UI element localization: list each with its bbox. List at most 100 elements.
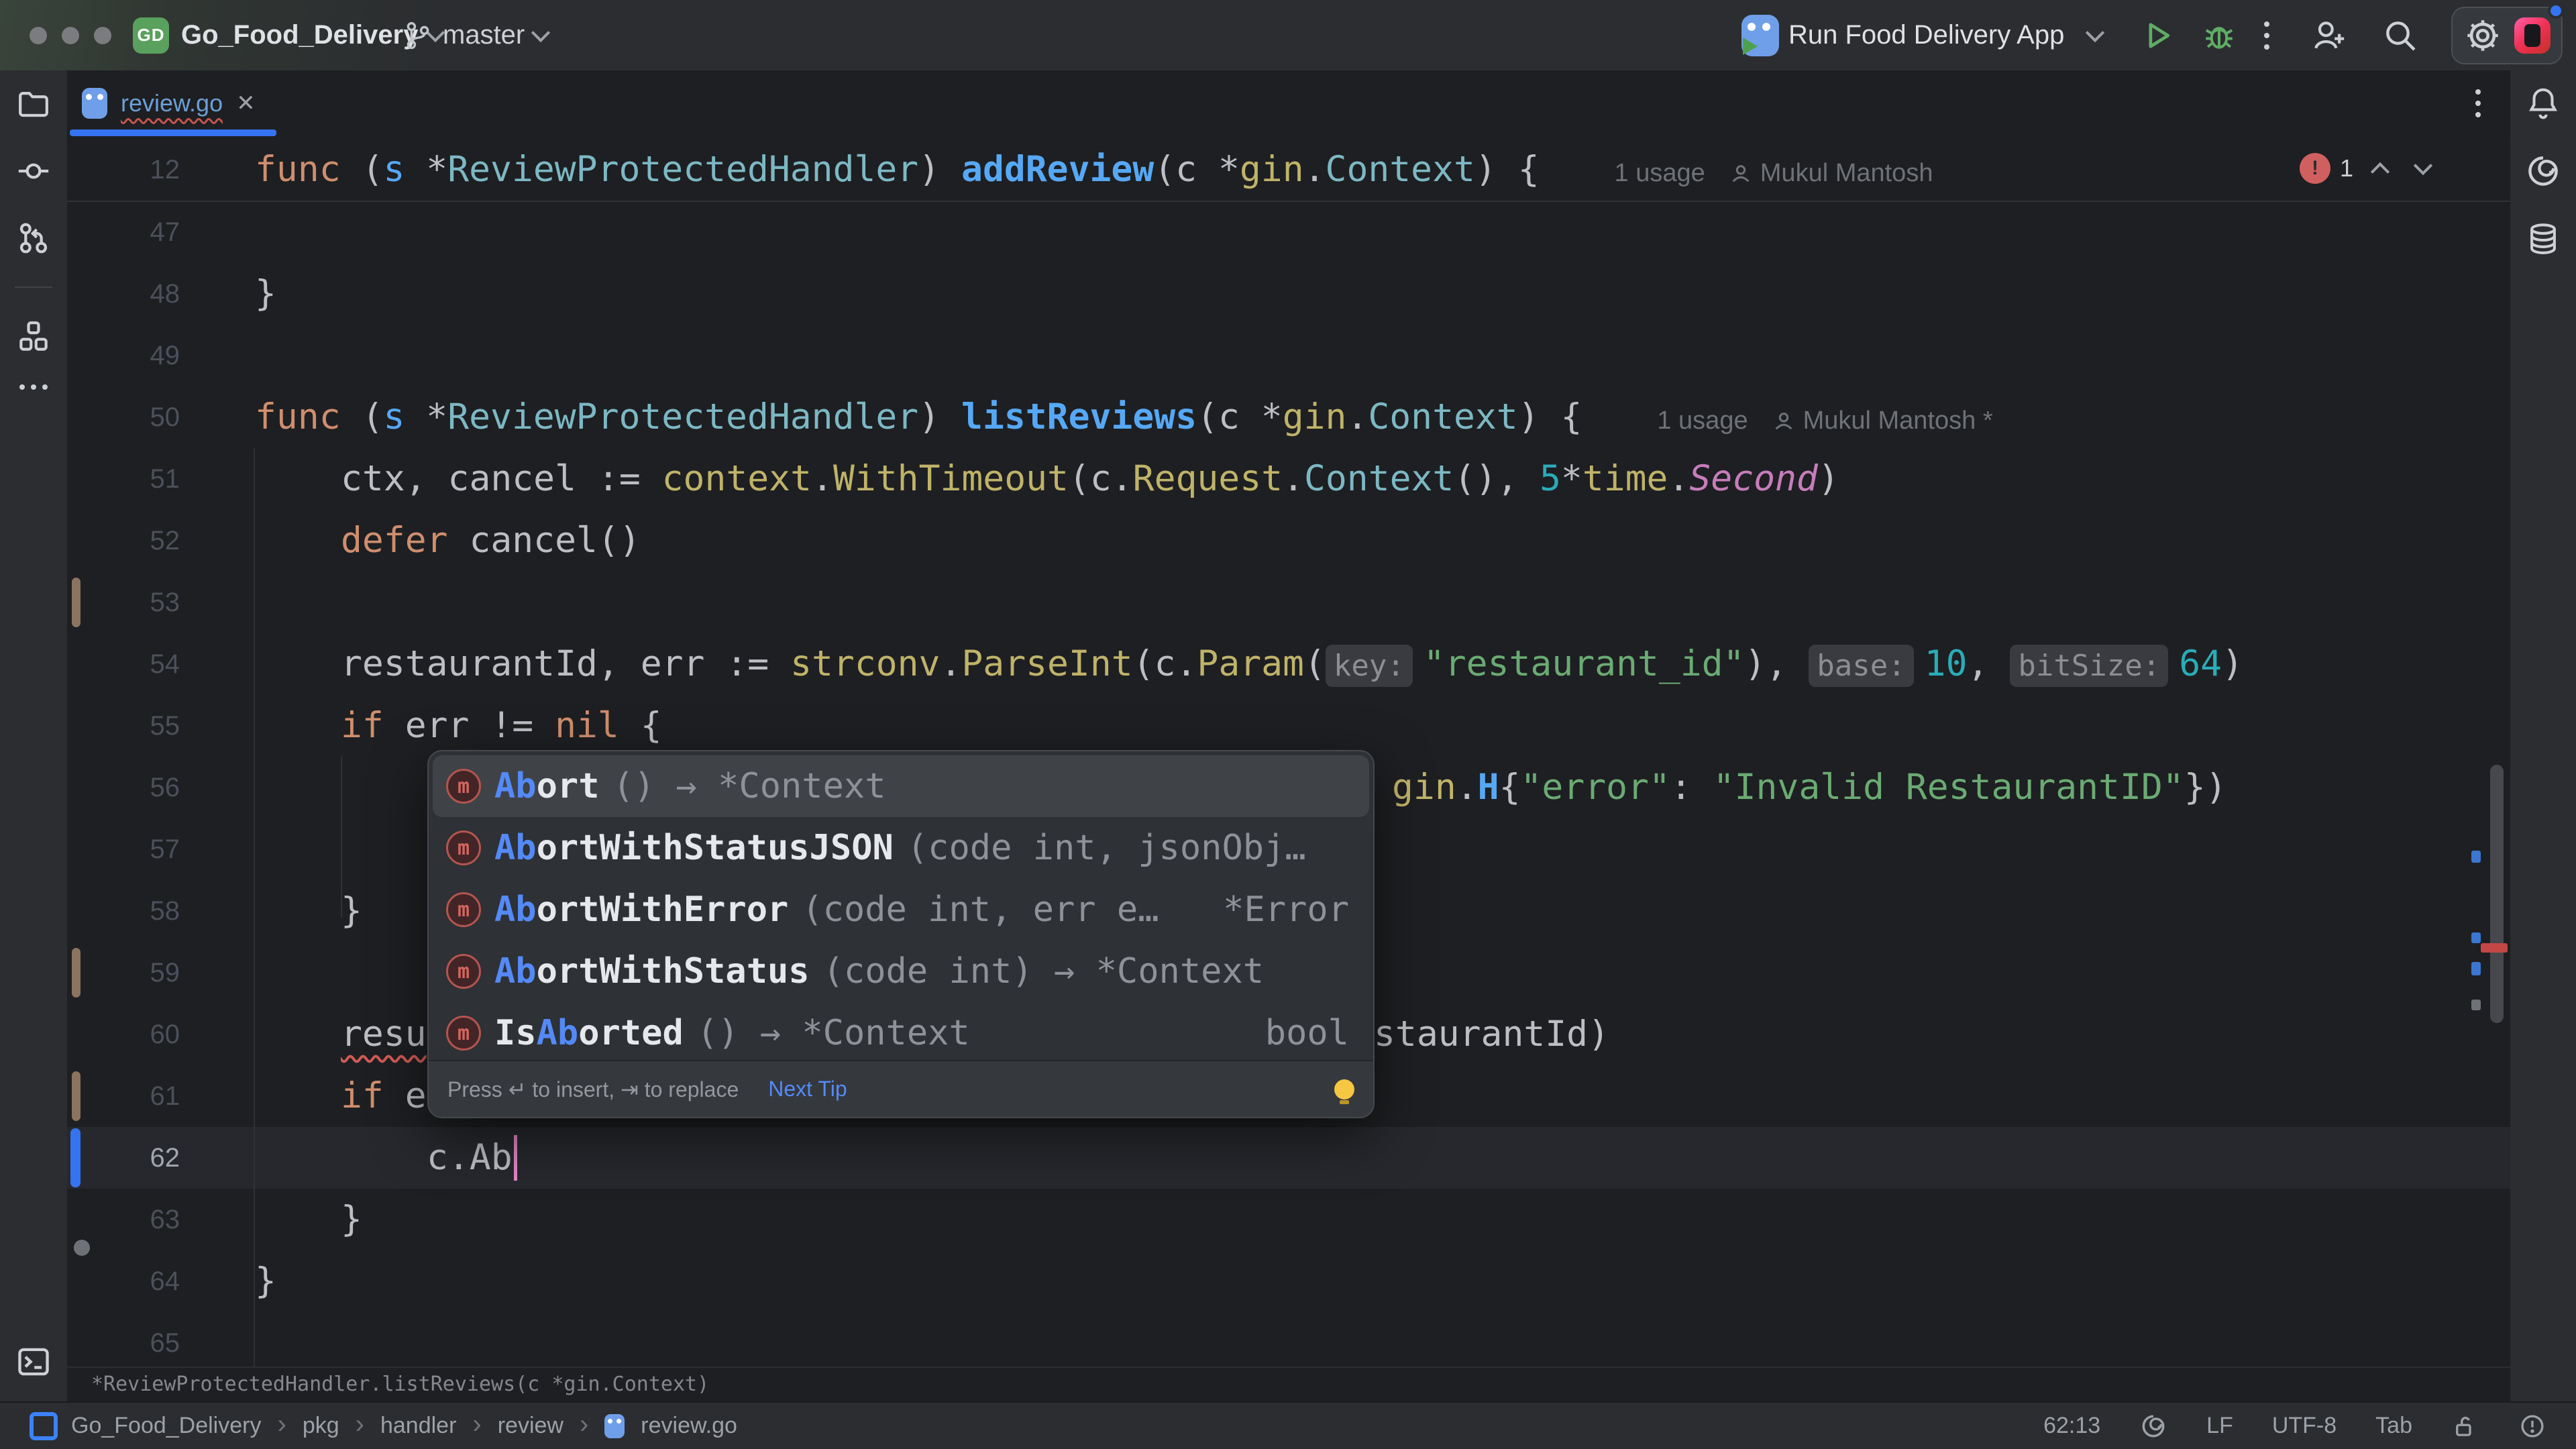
usages-hint[interactable]: 1 usage xyxy=(1657,407,1748,435)
completion-item-AbortWithStatusJSON[interactable]: m AbortWithStatusJSON (code int, jsonObj… xyxy=(429,817,1373,879)
line-number[interactable]: 53 xyxy=(67,572,180,633)
scrollbar-mark-info[interactable] xyxy=(2471,1000,2481,1010)
code-token: }) xyxy=(2184,767,2227,808)
more-run-options-button[interactable] xyxy=(2264,21,2270,50)
ai-assistant-tool-button[interactable] xyxy=(2524,152,2562,190)
settings-button[interactable] xyxy=(2463,16,2502,55)
structure-tool-button[interactable] xyxy=(15,317,52,355)
breadcrumb-item-review[interactable]: review xyxy=(498,1413,564,1439)
author-hint[interactable]: Mukul Mantosh xyxy=(1760,159,1933,187)
indent-indicator[interactable]: Tab xyxy=(2375,1413,2412,1439)
line-number[interactable]: 64 xyxy=(67,1250,180,1312)
status-bar: Go_Food_Delivery › pkg › handler › review › revi… xyxy=(0,1401,2576,1449)
code-token: H xyxy=(1477,767,1499,808)
line-number[interactable]: 58 xyxy=(67,880,180,942)
warning-circle-icon[interactable] xyxy=(2518,1412,2546,1440)
code-token: ( xyxy=(340,149,384,190)
terminal-tool-button[interactable] xyxy=(14,1342,53,1381)
line-number[interactable]: 47 xyxy=(67,201,180,263)
code-text: } xyxy=(255,1250,276,1312)
line-separator-indicator[interactable]: LF xyxy=(2206,1413,2233,1439)
close-window-icon[interactable] xyxy=(30,26,47,44)
window-controls[interactable] xyxy=(30,0,111,70)
code-token: . xyxy=(1346,396,1368,437)
completion-signature: (code int) → *Context xyxy=(822,951,1265,991)
line-number[interactable]: 49 xyxy=(67,325,180,386)
tab-review-go[interactable]: review.go ✕ xyxy=(70,70,273,136)
minimize-window-icon[interactable] xyxy=(62,26,79,44)
code-with-me-button[interactable] xyxy=(2310,17,2348,54)
scrollbar-mark-changed[interactable] xyxy=(2471,962,2481,975)
line-number[interactable]: 48 xyxy=(67,263,180,325)
caret-position[interactable]: 62:13 xyxy=(2043,1413,2100,1439)
code-token: "error" xyxy=(1520,767,1670,808)
line-number[interactable]: 60 xyxy=(67,1004,180,1065)
code-token: } xyxy=(341,1199,362,1240)
code-token: } xyxy=(341,890,362,931)
line-number[interactable]: 59 xyxy=(67,942,180,1004)
author-hint[interactable]: Mukul Mantosh * xyxy=(1803,407,1993,435)
scrollbar-thumb[interactable] xyxy=(2490,765,2504,1023)
line-number[interactable]: 12 xyxy=(67,139,180,201)
more-tools-button[interactable] xyxy=(19,384,48,390)
commit-tool-button[interactable] xyxy=(15,152,52,190)
completion-item-IsAborted[interactable]: m IsAborted () → *Context bool xyxy=(429,1002,1373,1064)
run-button[interactable] xyxy=(2139,17,2176,54)
line-number[interactable]: 56 xyxy=(67,757,180,818)
breadcrumb-item-review.go[interactable]: review.go xyxy=(641,1413,737,1439)
code-editor[interactable]: 12 func (s *ReviewProtectedHandler) addR… xyxy=(67,138,2510,1366)
line-number[interactable]: 51 xyxy=(67,448,180,510)
breadcrumb-item-pkg[interactable]: pkg xyxy=(303,1413,339,1439)
project-tool-button[interactable] xyxy=(15,85,52,123)
kebab-menu-icon xyxy=(2264,21,2270,50)
completion-item-AbortWithStatus[interactable]: m AbortWithStatus (code int) → *Context xyxy=(429,941,1373,1002)
code-token: WithTimeout xyxy=(833,458,1069,499)
notifications-tool-button[interactable] xyxy=(2525,85,2561,121)
line-number[interactable]: 65 xyxy=(67,1312,180,1366)
breadcrumb-separator: › xyxy=(472,1409,482,1439)
breadcrumb-item-handler[interactable]: handler xyxy=(380,1413,456,1439)
completion-item-Abort[interactable]: m Abort () → *Context xyxy=(433,755,1369,817)
breadcrumb-item-Go_Food_Delivery[interactable]: Go_Food_Delivery xyxy=(71,1413,261,1439)
ai-status-icon[interactable] xyxy=(2139,1412,2167,1440)
code-token: gin xyxy=(1239,149,1304,190)
scrollbar-mark-error[interactable] xyxy=(2481,943,2508,953)
scrollbar-mark-changed[interactable] xyxy=(2471,932,2481,943)
code-token: , xyxy=(1967,643,2010,684)
code-token: ) xyxy=(918,396,962,437)
next-tip-link[interactable]: Next Tip xyxy=(768,1077,847,1102)
database-tool-button[interactable] xyxy=(2525,221,2561,257)
line-number[interactable]: 62 xyxy=(67,1127,180,1189)
inspections-widget[interactable]: ! 1 xyxy=(2299,148,2433,189)
scrollbar-mark-changed[interactable] xyxy=(2471,851,2481,863)
line-number[interactable]: 61 xyxy=(67,1065,180,1127)
line-number[interactable]: 50 xyxy=(67,386,180,448)
run-config-selector[interactable]: Run Food Delivery App xyxy=(1779,20,2105,50)
code-text: } xyxy=(255,1189,362,1250)
encoding-indicator[interactable]: UTF-8 xyxy=(2272,1413,2337,1439)
zoom-window-icon[interactable] xyxy=(94,26,111,44)
right-tool-stripe xyxy=(2510,70,2576,1401)
readonly-lock-icon[interactable] xyxy=(2451,1412,2479,1440)
branch-selector[interactable]: master xyxy=(443,20,551,50)
next-problem-icon[interactable] xyxy=(2413,156,2433,176)
editor-options-button[interactable] xyxy=(2475,89,2481,117)
line-number[interactable]: 55 xyxy=(67,695,180,757)
previous-problem-icon[interactable] xyxy=(2370,162,2390,182)
user-avatar[interactable] xyxy=(2514,17,2551,54)
code-token: Second xyxy=(1689,458,1818,499)
search-everywhere-button[interactable] xyxy=(2381,17,2419,54)
debug-button[interactable] xyxy=(2201,17,2237,54)
run-config-label: Run Food Delivery App xyxy=(1788,20,2065,50)
pull-requests-tool-button[interactable] xyxy=(15,219,52,257)
line-number[interactable]: 54 xyxy=(67,633,180,695)
code-token: ParseInt xyxy=(961,643,1133,684)
code-token: . xyxy=(1668,458,1690,499)
usages-hint[interactable]: 1 usage xyxy=(1615,159,1705,187)
completion-item-AbortWithError[interactable]: m AbortWithError (code int, err e… *Error xyxy=(429,879,1373,941)
close-tab-icon[interactable]: ✕ xyxy=(236,92,256,115)
line-number[interactable]: 57 xyxy=(67,818,180,880)
code-token: staurantId) xyxy=(1374,1014,1609,1055)
code-token: 10 xyxy=(1924,643,1968,684)
line-number[interactable]: 52 xyxy=(67,510,180,572)
